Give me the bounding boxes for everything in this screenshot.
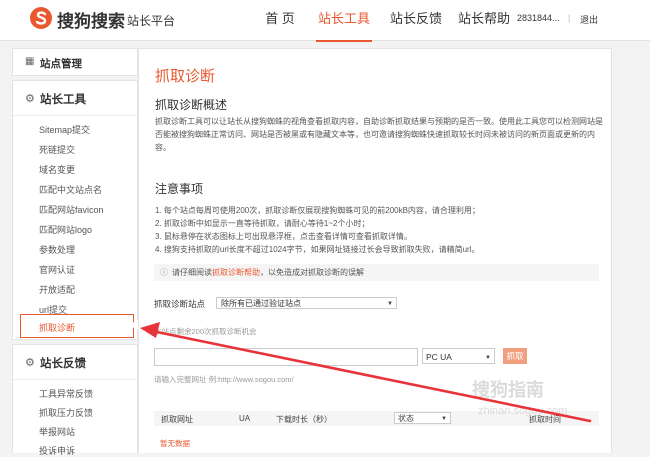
annotation-arrow: [140, 322, 592, 423]
